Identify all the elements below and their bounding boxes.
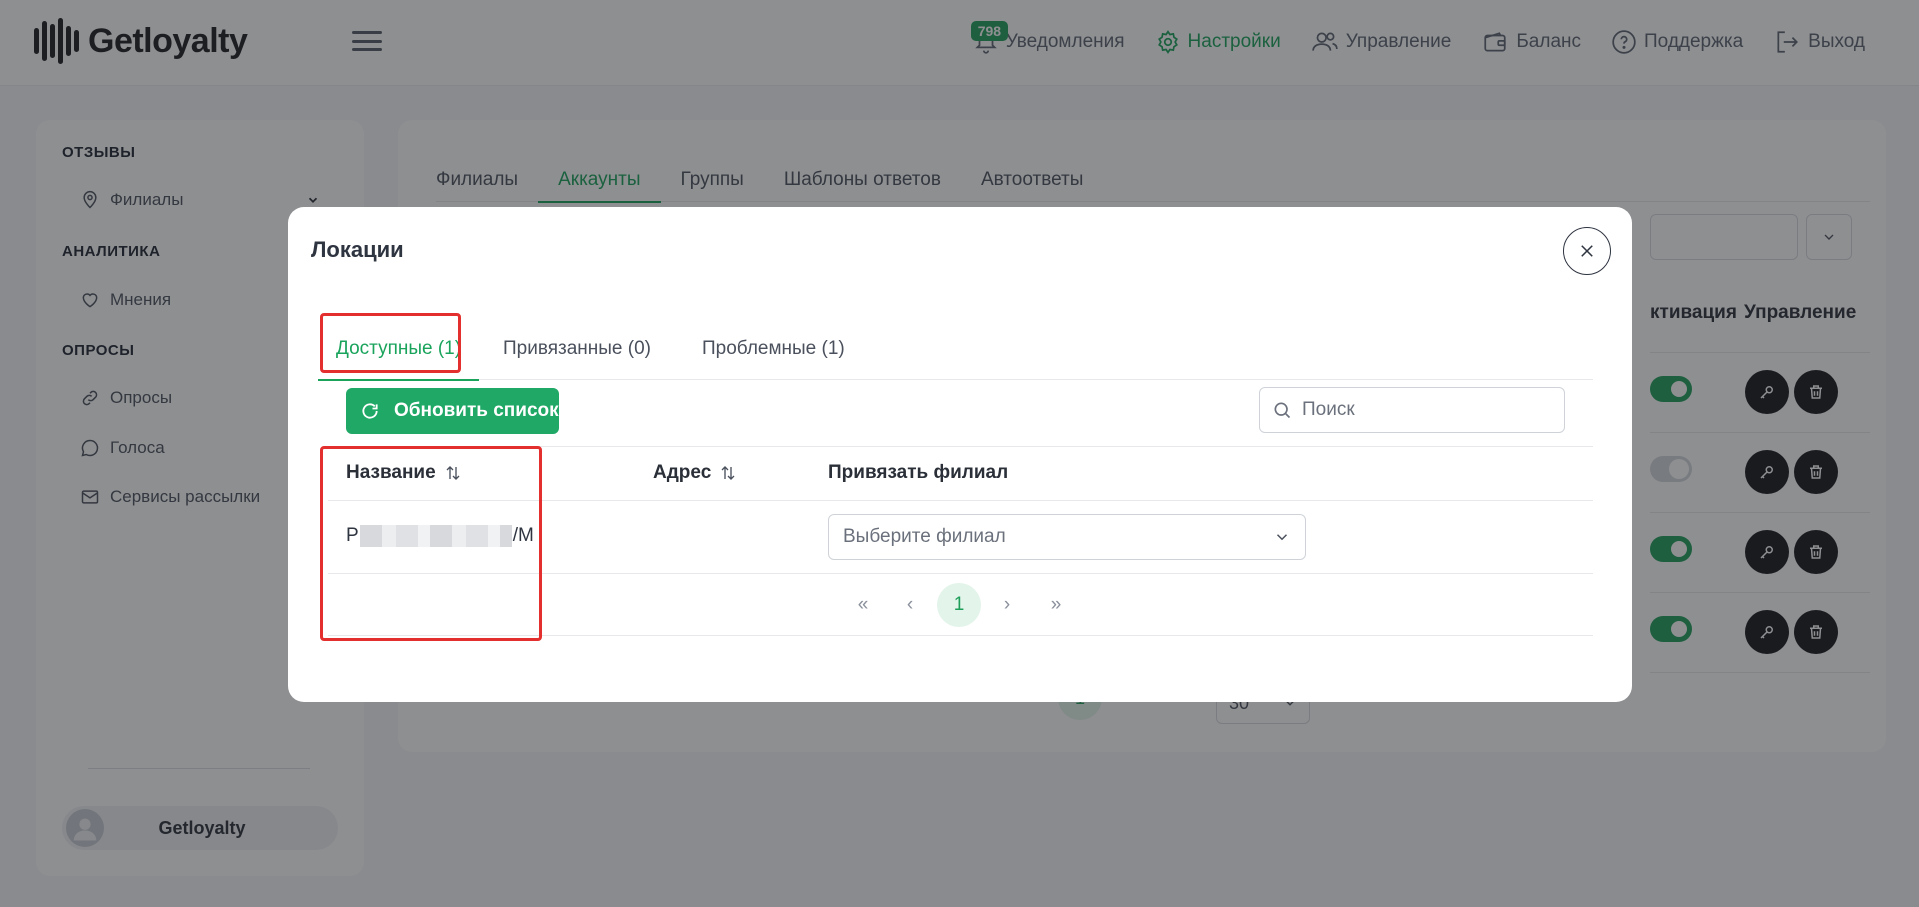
pager-next[interactable]: › — [985, 583, 1029, 627]
column-link-branch-label: Привязать филиал — [828, 462, 1009, 483]
column-name-label: Название — [346, 462, 436, 483]
pager-last[interactable]: » — [1034, 583, 1078, 627]
refresh-list-label: Обновить список — [394, 400, 559, 421]
locations-modal: Локации Доступные (1) Привязанные (0) Пр… — [288, 207, 1632, 702]
location-name-cell: Р /М — [346, 525, 534, 547]
sort-icon[interactable] — [711, 464, 737, 482]
pager-page-current[interactable]: 1 — [937, 583, 981, 627]
table-divider — [328, 635, 1593, 636]
pager-prev[interactable]: ‹ — [888, 583, 932, 627]
search-field[interactable] — [1259, 387, 1565, 433]
branch-select[interactable]: Выберите филиал — [828, 514, 1306, 560]
refresh-list-button[interactable]: Обновить список — [346, 388, 559, 434]
pager-first[interactable]: « — [841, 583, 885, 627]
search-icon — [1272, 400, 1302, 420]
search-input[interactable] — [1302, 399, 1542, 421]
modal-pagination: « ‹ 1 › » — [288, 583, 1632, 627]
branch-select-placeholder: Выберите филиал — [843, 526, 1006, 547]
modal-tabs: Доступные (1) Привязанные (0) Проблемные… — [317, 317, 1593, 381]
location-name-end: /М — [512, 525, 534, 546]
refresh-icon — [360, 401, 394, 421]
tab-problematic[interactable]: Проблемные (1) — [702, 317, 845, 380]
location-name-start: Р — [346, 525, 359, 546]
tab-available[interactable]: Доступные (1) — [317, 317, 480, 381]
close-icon — [1578, 242, 1596, 260]
column-address[interactable]: Адрес — [653, 462, 737, 484]
sort-icon[interactable] — [436, 464, 462, 482]
close-modal-button[interactable] — [1563, 227, 1611, 275]
column-link-branch: Привязать филиал — [828, 462, 1008, 484]
redacted-text — [359, 525, 512, 547]
table-divider — [328, 573, 1593, 574]
table-divider — [328, 500, 1593, 501]
table-divider — [328, 446, 1593, 447]
modal-title: Локации — [311, 237, 404, 262]
column-address-label: Адрес — [653, 462, 712, 483]
column-name[interactable]: Название — [346, 462, 462, 484]
tab-linked[interactable]: Привязанные (0) — [503, 317, 651, 380]
chevron-down-icon — [1273, 528, 1291, 546]
